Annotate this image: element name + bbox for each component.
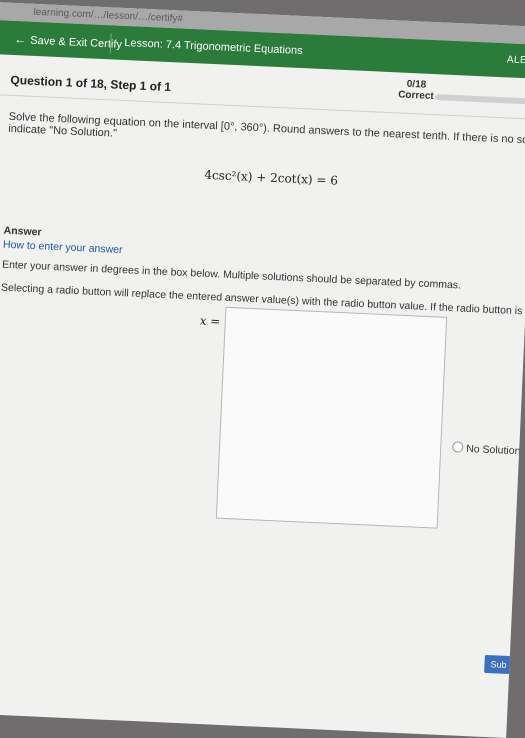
user-menu[interactable]: ALEXA A bbox=[507, 54, 525, 67]
score: 0/18 Correct bbox=[398, 78, 435, 102]
radio-icon[interactable] bbox=[452, 441, 464, 453]
question-number: Question 1 of 18, Step 1 of 1 bbox=[10, 72, 172, 95]
save-exit-label: Save & Exit Certify bbox=[30, 34, 123, 51]
problem-equation: 4csc²(x) + 2cot(x) = 6 bbox=[204, 167, 339, 188]
x-label: x = bbox=[199, 313, 221, 329]
no-solution-label: No Solution bbox=[465, 442, 521, 458]
submit-button[interactable]: Sub bbox=[484, 654, 525, 676]
lesson-title: Lesson: 7.4 Trigonometric Equations bbox=[124, 36, 303, 58]
save-exit-button[interactable]: ← Save & Exit Certify bbox=[14, 32, 122, 51]
no-solution-option[interactable]: No Solution bbox=[452, 441, 521, 457]
progress-bar bbox=[435, 94, 525, 106]
score-status: Correct bbox=[397, 89, 434, 103]
answer-input[interactable] bbox=[215, 306, 448, 529]
app-screen: learning.com/…/lesson/…/certify# ← Save &… bbox=[0, 2, 525, 738]
problem-instruction: Solve the following equation on the inte… bbox=[7, 110, 525, 148]
arrow-left-icon: ← bbox=[14, 31, 27, 47]
